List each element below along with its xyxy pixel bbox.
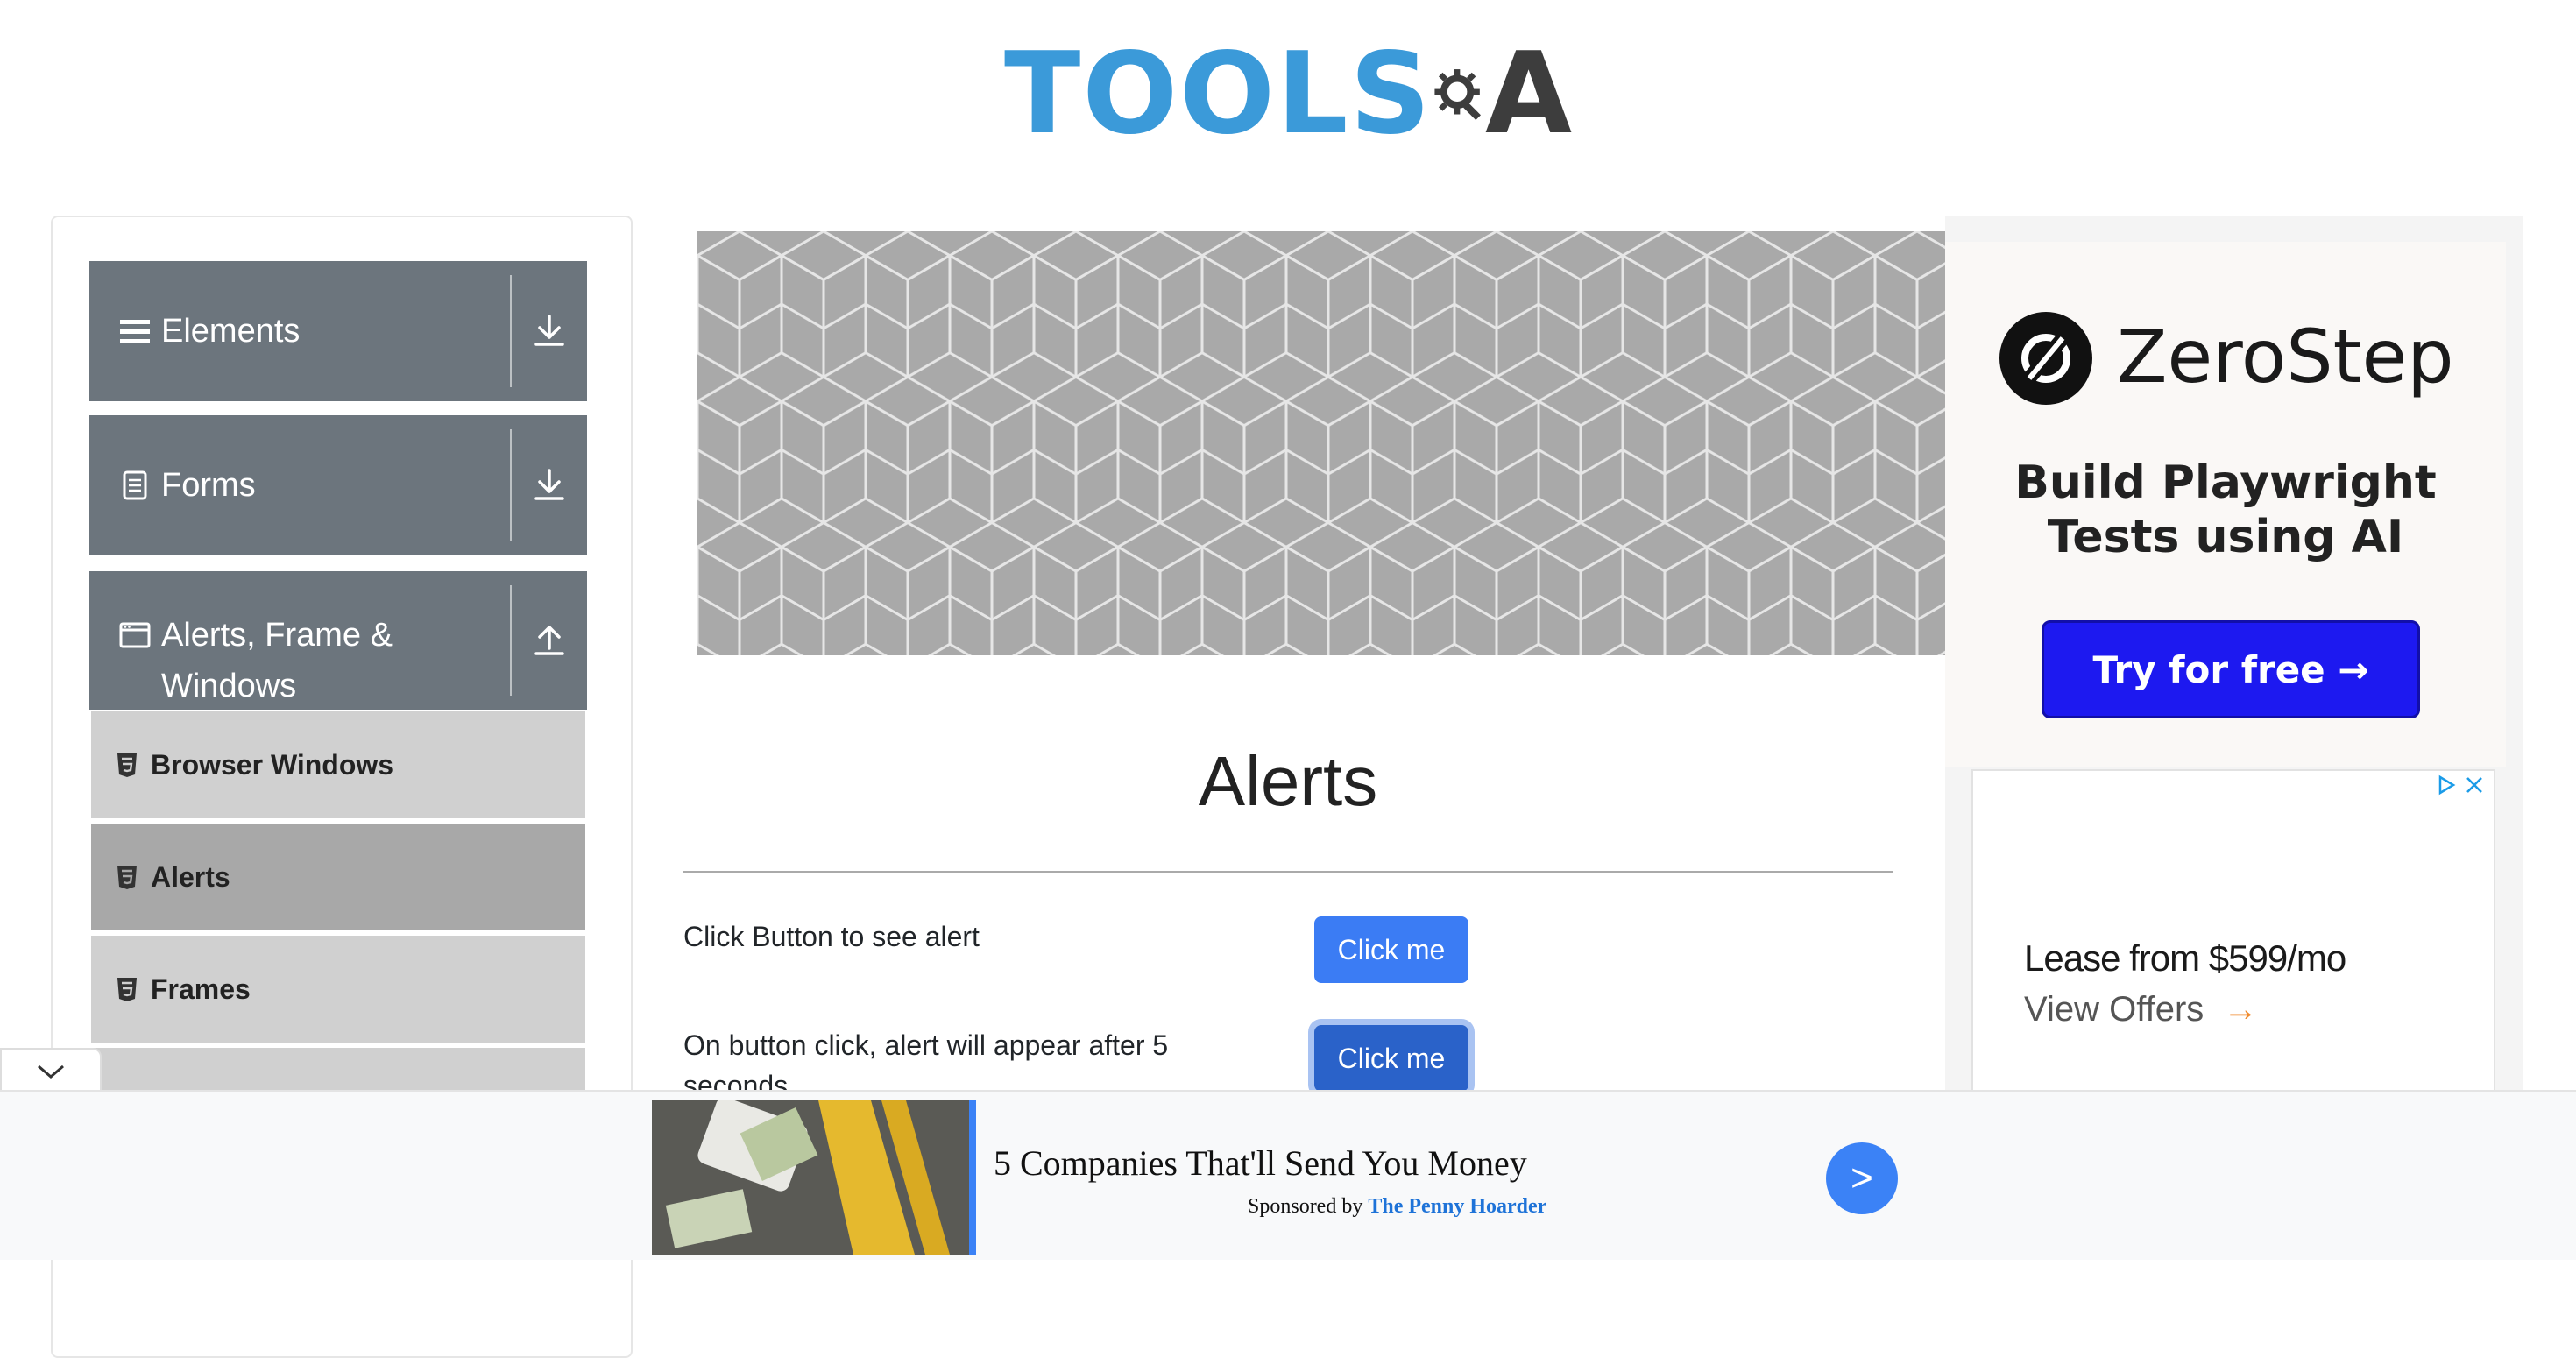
- group-label: Alerts, Frame & Windows: [154, 610, 510, 711]
- sponsored-prefix: Sponsored by: [1248, 1195, 1363, 1218]
- timer-alert-button[interactable]: Click me: [1314, 1025, 1468, 1092]
- zerostep-brand: ZeroStep: [2117, 314, 2454, 400]
- html5-icon: [117, 978, 137, 1001]
- zerostep-ad[interactable]: ZeroStep Build Playwright Tests using AI…: [1945, 242, 2506, 767]
- group-label-line1: Alerts, Frame &: [161, 617, 393, 654]
- close-icon[interactable]: [2464, 774, 2485, 796]
- divider: [683, 871, 1893, 873]
- ad-thumbnail[interactable]: [652, 1100, 976, 1255]
- sidebar-item-alerts[interactable]: Alerts: [91, 822, 585, 930]
- lease-title: Lease from $599/mo: [2024, 937, 2346, 979]
- sidebar-group-elements[interactable]: Elements: [89, 261, 587, 401]
- hamburger-icon: [116, 318, 154, 344]
- group-label: Forms: [161, 467, 256, 504]
- collapse-ad-toggle[interactable]: [0, 1048, 102, 1093]
- try-for-free-button[interactable]: Try for free →: [2042, 620, 2420, 718]
- headline-line1: Build Playwright: [2014, 456, 2437, 509]
- road-money-image: [652, 1100, 976, 1255]
- ad-go-button[interactable]: >: [1826, 1142, 1898, 1214]
- upload-arrow-icon[interactable]: [512, 624, 587, 657]
- html5-icon: [117, 753, 137, 777]
- logo-tools-text: TOOLS: [1004, 29, 1433, 159]
- zerostep-headline: Build Playwright Tests using AI: [1945, 456, 2506, 564]
- adchoices-icon[interactable]: [2436, 774, 2457, 796]
- view-offers-label: View Offers: [2024, 990, 2204, 1029]
- sponsor-name[interactable]: The Penny Hoarder: [1368, 1195, 1546, 1218]
- chevron-down-icon: [38, 1064, 64, 1079]
- gear-magnifier-icon: [1434, 69, 1481, 120]
- lease-ad[interactable]: Lease from $599/mo View Offers →: [1971, 769, 2495, 1137]
- adchoices[interactable]: [2436, 774, 2485, 796]
- download-arrow-icon[interactable]: [512, 315, 587, 348]
- item-label: Alerts: [151, 860, 230, 893]
- ad-accent-strip: [969, 1100, 976, 1255]
- alert-button[interactable]: Click me: [1314, 916, 1468, 983]
- window-icon: [116, 622, 154, 648]
- hero-banner: [697, 231, 1945, 655]
- page-title: Alerts: [1198, 742, 1378, 820]
- item-label: Browser Windows: [151, 748, 394, 781]
- toolsqa-logo[interactable]: TOOLS A: [1004, 25, 1574, 165]
- form-icon: [116, 470, 154, 500]
- ad-sponsored: Sponsored by The Penny Hoarder: [1248, 1195, 1546, 1219]
- alert-row-label: Click Button to see alert: [683, 921, 980, 952]
- headline-line2: Tests using AI: [2047, 511, 2404, 563]
- sidebar-item-frames[interactable]: Frames: [91, 934, 585, 1043]
- group-label-line2: Windows: [161, 668, 297, 704]
- logo-a-text: A: [1484, 29, 1574, 159]
- ad-title[interactable]: 5 Companies That'll Send You Money: [994, 1142, 1527, 1184]
- arrow-right-icon: →: [2223, 990, 2259, 1029]
- view-offers-link[interactable]: View Offers →: [2024, 990, 2258, 1029]
- download-arrow-icon[interactable]: [512, 469, 587, 502]
- sidebar-group-alerts-frame-windows[interactable]: Alerts, Frame & Windows: [89, 571, 587, 710]
- zerostep-logo-icon: [1999, 312, 2092, 405]
- row-label-line1: On button click, alert will appear after…: [683, 1029, 1169, 1061]
- html5-icon: [117, 866, 137, 889]
- cube-pattern: [697, 231, 1945, 655]
- sidebar-group-forms[interactable]: Forms: [89, 415, 587, 555]
- item-label: Frames: [151, 973, 251, 1005]
- group-label: Elements: [161, 313, 301, 350]
- sidebar-item-browser-windows[interactable]: Browser Windows: [91, 710, 585, 818]
